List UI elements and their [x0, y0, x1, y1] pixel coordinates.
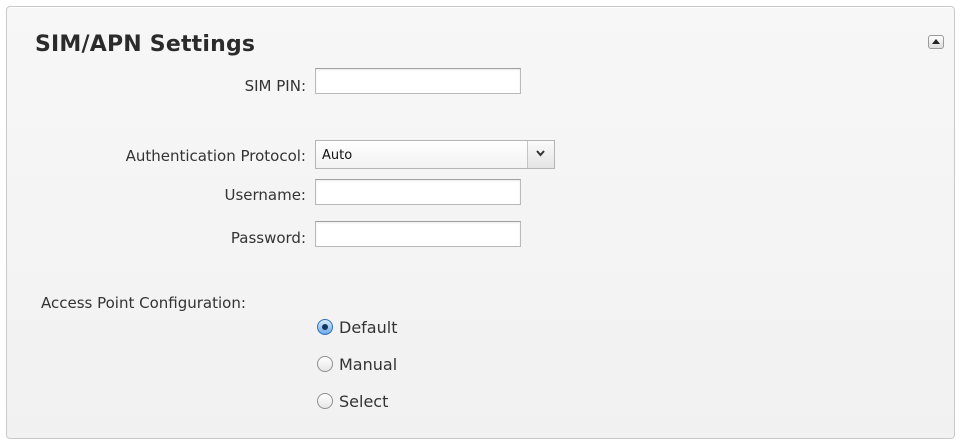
chevron-down-icon — [527, 141, 554, 168]
radio-button-default[interactable] — [317, 319, 333, 335]
radio-button-select[interactable] — [317, 393, 333, 409]
username-label: Username: — [224, 186, 306, 204]
authentication-protocol-label: Authentication Protocol: — [125, 147, 306, 165]
authentication-protocol-value: Auto — [322, 148, 353, 163]
password-input[interactable] — [315, 221, 521, 247]
access-point-configuration-label: Access Point Configuration: — [41, 294, 246, 312]
username-input[interactable] — [315, 179, 521, 205]
radio-label-default: Default — [339, 318, 398, 337]
radio-label-select: Select — [339, 392, 389, 411]
panel-title: SIM/APN Settings — [35, 32, 256, 57]
authentication-protocol-select[interactable]: Auto — [315, 140, 555, 169]
password-label: Password: — [230, 229, 306, 247]
radio-label-manual: Manual — [339, 355, 398, 374]
sim-pin-input[interactable] — [315, 68, 521, 94]
radio-button-manual[interactable] — [317, 356, 333, 372]
collapse-up-icon[interactable] — [928, 35, 944, 49]
sim-pin-label: SIM PIN: — [244, 77, 306, 95]
